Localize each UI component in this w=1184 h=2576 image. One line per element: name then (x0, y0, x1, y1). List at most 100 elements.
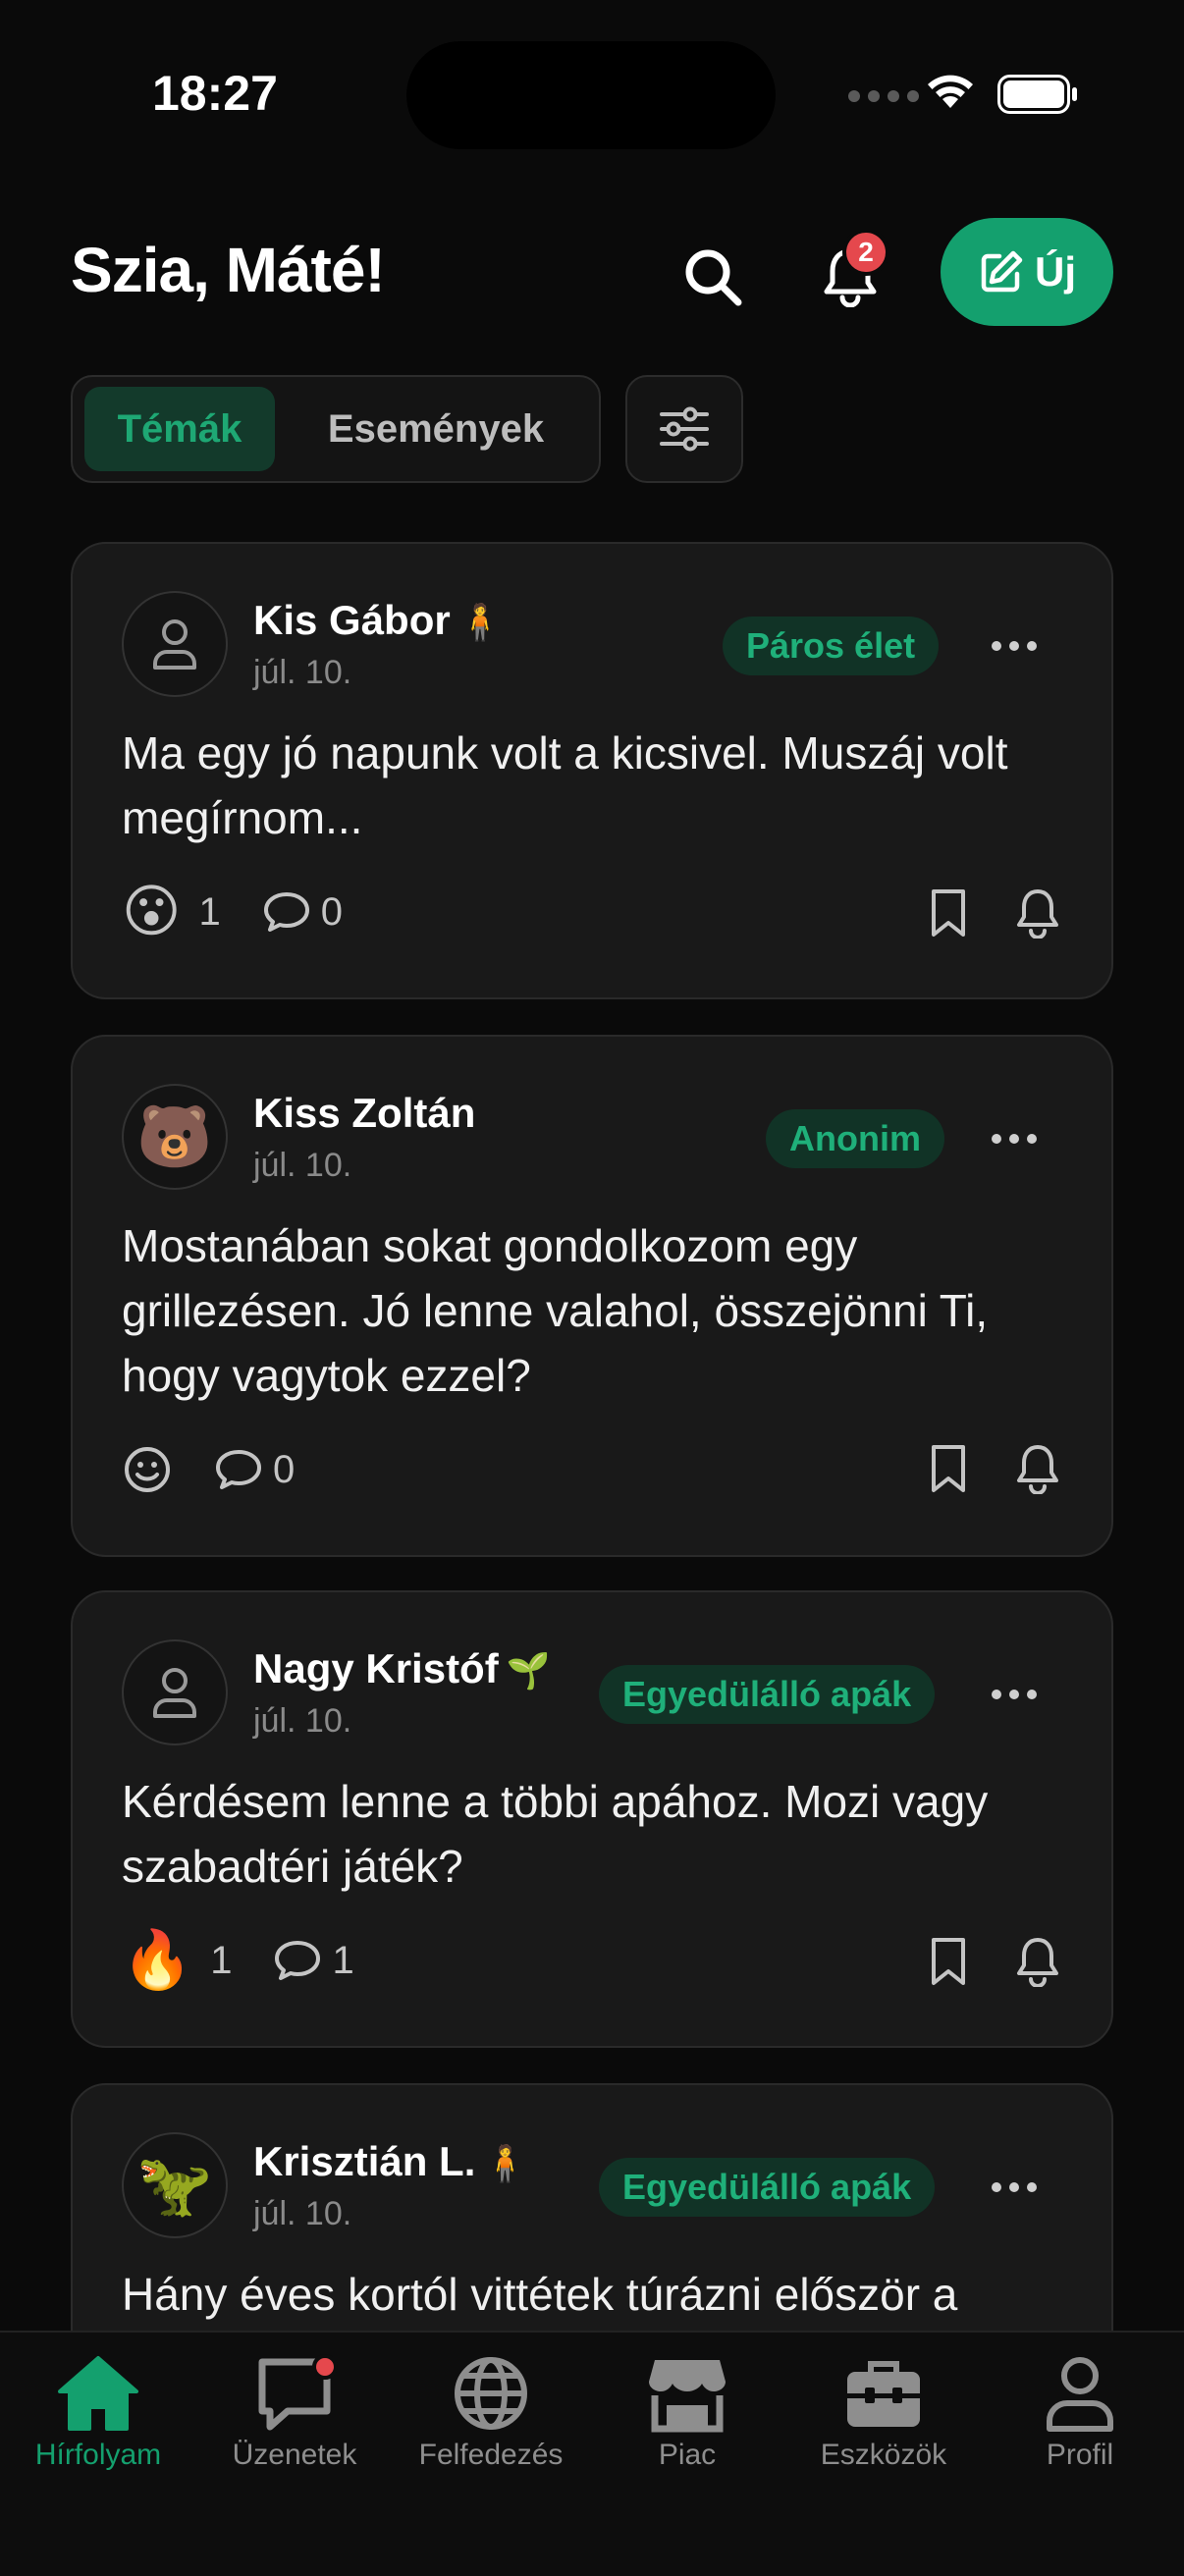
user-placeholder-icon (153, 619, 196, 670)
wifi-icon (928, 75, 973, 108)
post-author[interactable]: Krisztián L. 🧍 (253, 2138, 527, 2185)
filter-button[interactable] (625, 375, 743, 483)
comment-icon (263, 892, 309, 932)
post-text[interactable]: Mostanában sokat gondolkozom egy grillez… (122, 1213, 1064, 1408)
post-date: júl. 10. (253, 1702, 352, 1740)
post-date: júl. 10. (253, 2195, 352, 2232)
post-author[interactable]: Kis Gábor 🧍 (253, 597, 503, 644)
notification-count-badge: 2 (842, 229, 889, 276)
reaction-button[interactable]: 😮 1 (122, 884, 221, 940)
tab-label: Eszközök (820, 2439, 947, 2471)
subscribe-bell-icon[interactable] (1015, 1936, 1060, 1987)
category-tag[interactable]: Egyedülálló apák (599, 2158, 936, 2217)
comment-icon (216, 1450, 261, 1489)
author-badge-icon: 🧍 (457, 602, 503, 642)
store-icon (649, 2360, 726, 2433)
user-placeholder-icon (153, 1668, 196, 1718)
person-icon (1047, 2357, 1113, 2432)
bookmark-icon[interactable] (929, 1936, 968, 1987)
author-badge-icon: 🧍 (483, 2143, 528, 2183)
tab-messages[interactable]: Üzenetek (196, 2354, 393, 2472)
author-name: Nagy Kristóf (253, 1645, 499, 1691)
post-author[interactable]: Kiss Zoltán (253, 1090, 475, 1137)
avatar[interactable] (122, 591, 228, 697)
search-button[interactable] (668, 232, 758, 322)
reaction-count: 1 (198, 889, 221, 934)
bookmark-icon[interactable] (929, 887, 968, 939)
tab-topics[interactable]: Témák (84, 387, 275, 471)
tab-explore[interactable]: Felfedezés (393, 2354, 589, 2472)
more-options-button[interactable] (980, 1675, 1049, 1714)
category-tag[interactable]: Páros élet (723, 617, 940, 675)
post-card[interactable]: 🦖 Krisztián L. 🧍 júl. 10. Egyedülálló apá… (71, 2083, 1113, 2331)
avatar[interactable] (122, 1639, 228, 1745)
comment-count: 0 (273, 1447, 296, 1491)
reaction-emoji: 🔥 (122, 1928, 193, 1992)
avatar[interactable]: 🦖 (122, 2132, 228, 2238)
cellular-signal-icon (848, 90, 919, 102)
post-secondary-actions (929, 1936, 1060, 1987)
comments-button[interactable]: 0 (214, 1448, 295, 1492)
home-icon (58, 2356, 138, 2431)
tab-label: Felfedezés (418, 2439, 564, 2471)
category-tag[interactable]: Anonim (766, 1109, 944, 1168)
post-feed[interactable]: Kis Gábor 🧍 júl. 10. Páros élet Ma egy jó… (71, 542, 1113, 2331)
battery-icon (997, 75, 1077, 114)
smiley-icon (125, 1447, 170, 1492)
post-card[interactable]: 🐻 Kiss Zoltán júl. 10. Anonim Mostanában… (71, 1035, 1113, 1557)
comment-count: 0 (320, 889, 343, 934)
new-post-button[interactable]: Új (941, 218, 1113, 326)
tab-feed[interactable]: Hírfolyam (0, 2354, 196, 2472)
more-options-button[interactable] (980, 626, 1049, 666)
tab-market[interactable]: Piac (589, 2354, 785, 2472)
author-name: Krisztián L. (253, 2138, 476, 2184)
author-name: Kiss Zoltán (253, 1090, 476, 1136)
greeting-title: Szia, Máté! (71, 235, 386, 305)
status-time: 18:27 (152, 66, 278, 121)
more-options-button[interactable] (980, 1119, 1049, 1158)
post-actions: 🔥 1 1 (122, 1926, 354, 1995)
bookmark-icon[interactable] (929, 1443, 968, 1494)
post-secondary-actions (929, 887, 1060, 939)
comments-button[interactable]: 0 (262, 890, 343, 935)
post-text[interactable]: Hány éves kortól vittétek túrázni előszö… (122, 2262, 1064, 2327)
author-name: Kis Gábor (253, 597, 451, 643)
tab-events[interactable]: Események (281, 387, 591, 471)
dynamic-island (406, 41, 776, 149)
tab-label: Piac (658, 2439, 717, 2471)
reaction-count: 1 (210, 1938, 233, 1982)
reaction-button[interactable]: 🔥 1 (122, 1932, 232, 1989)
post-secondary-actions (929, 1443, 1060, 1494)
post-card[interactable]: Nagy Kristóf 🌱 júl. 10. Egyedülálló apák … (71, 1590, 1113, 2048)
post-date: júl. 10. (253, 654, 352, 691)
tab-label: Hírfolyam (34, 2439, 162, 2471)
category-tag[interactable]: Egyedülálló apák (599, 1665, 936, 1724)
more-options-button[interactable] (980, 2168, 1049, 2207)
toolbox-icon (847, 2361, 920, 2427)
search-icon (685, 249, 742, 306)
edit-icon (981, 250, 1023, 293)
post-text[interactable]: Kérdésem lenne a többi apához. Mozi vagy… (122, 1769, 1064, 1899)
subscribe-bell-icon[interactable] (1015, 887, 1060, 939)
status-bar: 18:27 (0, 0, 1184, 187)
bottom-tab-bar: Hírfolyam Üzenetek Felfedezés Piac Eszkö… (0, 2331, 1184, 2576)
unread-dot (312, 2354, 338, 2380)
comments-button[interactable]: 1 (273, 1938, 354, 1983)
reaction-emoji: 😮 (122, 880, 182, 943)
comment-count: 1 (332, 1938, 354, 1982)
post-card[interactable]: Kis Gábor 🧍 júl. 10. Páros élet Ma egy jó… (71, 542, 1113, 999)
tab-label: Üzenetek (232, 2439, 357, 2471)
comment-icon (275, 1941, 321, 1980)
author-badge-icon: 🌱 (506, 1650, 551, 1690)
tab-label: Profil (1046, 2439, 1114, 2471)
post-text[interactable]: Ma egy jó napunk volt a kicsivel. Muszáj… (122, 721, 1064, 850)
post-author[interactable]: Nagy Kristóf 🌱 (253, 1645, 551, 1692)
tab-profile[interactable]: Profil (982, 2354, 1178, 2472)
globe-icon (455, 2357, 527, 2430)
subscribe-bell-icon[interactable] (1015, 1443, 1060, 1494)
post-date: júl. 10. (253, 1147, 352, 1184)
avatar[interactable]: 🐻 (122, 1084, 228, 1190)
tab-tools[interactable]: Eszközök (785, 2354, 982, 2472)
new-button-label: Új (1035, 248, 1076, 295)
add-reaction-button[interactable] (122, 1444, 173, 1495)
